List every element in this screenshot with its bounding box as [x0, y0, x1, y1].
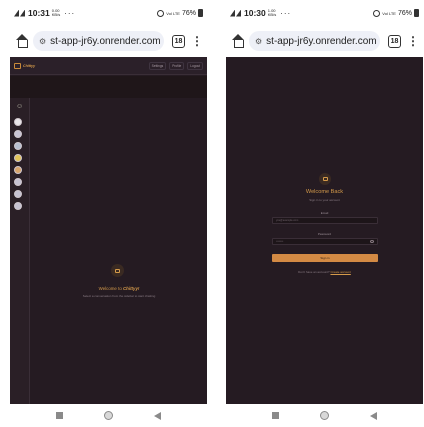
menu-icon[interactable]: ⋮	[407, 34, 419, 48]
email-field[interactable]: you@example.com	[272, 217, 378, 224]
square-nav-icon[interactable]	[271, 412, 279, 419]
status-bar: 10:30 1.00 KB/s ··· Vol LTE 76%	[226, 0, 423, 26]
net-speed: 1.00 KB/s	[267, 8, 277, 17]
password-field[interactable]: ••••••••	[272, 238, 378, 245]
home-icon[interactable]	[231, 34, 245, 48]
status-bar: 10:31 0.00 KB/s ··· Vol LTE 76%	[10, 0, 207, 26]
eye-icon[interactable]	[370, 240, 374, 243]
back-nav-icon[interactable]	[154, 411, 162, 420]
address-bar[interactable]: ⚙ st-app-jr6y.onrender.com	[33, 31, 164, 51]
conversation-sidebar: ☺	[10, 98, 30, 404]
welcome-title: Welcome to Chittyy!	[98, 286, 140, 291]
profile-button[interactable]: Profile	[169, 61, 185, 70]
avatar[interactable]	[14, 142, 22, 150]
app-brand[interactable]: Chittyy	[23, 64, 35, 68]
url-text: st-app-jr6y.onrender.com	[266, 35, 377, 47]
address-bar[interactable]: ⚙ st-app-jr6y.onrender.com	[249, 31, 380, 51]
tab-switcher-button[interactable]: 18	[172, 34, 185, 48]
email-placeholder: you@example.com	[276, 219, 299, 222]
battery-percent: 76%	[397, 9, 412, 17]
battery-icon	[198, 9, 203, 17]
menu-icon[interactable]: ⋮	[191, 34, 203, 48]
chat-icon	[111, 264, 124, 277]
browser-toolbar: ⚙ st-app-jr6y.onrender.com 18 ⋮	[10, 28, 207, 54]
browser-toolbar: ⚙ st-app-jr6y.onrender.com 18 ⋮	[226, 28, 423, 54]
status-time: 10:31	[28, 8, 50, 18]
circle-nav-icon[interactable]	[103, 411, 113, 420]
chat-main: Welcome to Chittyy! Select a conversatio…	[31, 98, 207, 404]
status-time: 10:30	[244, 8, 266, 18]
tab-switcher-button[interactable]: 18	[388, 34, 401, 48]
login-subtitle: Sign in to your account	[309, 198, 340, 202]
signal-icon	[230, 9, 241, 17]
chat-icon	[14, 62, 21, 69]
battery-icon	[414, 9, 419, 17]
android-nav-bar	[226, 404, 423, 427]
tune-icon[interactable]: ⚙	[39, 37, 46, 46]
avatar[interactable]	[14, 118, 22, 126]
android-nav-bar	[10, 404, 207, 427]
back-nav-icon[interactable]	[370, 411, 378, 420]
chat-icon	[319, 173, 331, 185]
logout-button[interactable]: Logout	[187, 61, 203, 70]
phone-screen-login: 10:30 1.00 KB/s ··· Vol LTE 76% ⚙ st-app-…	[226, 0, 423, 427]
app-header: Chittyy Settings Profile Logout	[10, 57, 207, 75]
circle-nav-icon[interactable]	[319, 411, 329, 420]
alarm-icon	[373, 9, 381, 17]
app-banner	[10, 76, 207, 98]
alarm-icon	[157, 9, 165, 17]
tune-icon[interactable]: ⚙	[255, 37, 262, 46]
avatar[interactable]	[14, 178, 22, 186]
data-indicator: Vol LTE	[166, 10, 180, 16]
avatar[interactable]	[14, 130, 22, 138]
avatar[interactable]	[14, 190, 22, 198]
password-value: ••••••••	[276, 240, 284, 243]
battery-percent: 76%	[181, 9, 196, 17]
web-content: Welcome Back Sign in to your account Ema…	[226, 57, 423, 404]
square-nav-icon[interactable]	[55, 412, 63, 419]
avatar[interactable]	[14, 202, 22, 210]
web-content: Chittyy Settings Profile Logout ☺ Welcom…	[10, 57, 207, 404]
password-label: Password	[317, 232, 332, 236]
net-speed: 0.00 KB/s	[51, 8, 61, 17]
welcome-subtitle: Select a conversation from the sidebar t…	[82, 294, 156, 298]
add-user-icon[interactable]: ☺	[16, 103, 23, 110]
notification-dots: ···	[280, 8, 292, 18]
url-text: st-app-jr6y.onrender.com	[50, 35, 161, 47]
create-account-link[interactable]: Create account	[330, 270, 350, 274]
login-title: Welcome Back	[305, 189, 344, 195]
data-indicator: Vol LTE	[382, 10, 396, 16]
signup-prompt: Don't have an account? Create account	[298, 270, 351, 274]
email-label: Email	[320, 211, 329, 215]
signin-button[interactable]: Sign in	[272, 254, 378, 262]
avatar[interactable]	[14, 166, 22, 174]
signal-icon	[14, 9, 25, 17]
avatar[interactable]	[14, 154, 22, 162]
home-icon[interactable]	[15, 34, 29, 48]
notification-dots: ···	[64, 8, 76, 18]
settings-button[interactable]: Settings	[148, 61, 167, 70]
phone-screen-chat: 10:31 0.00 KB/s ··· Vol LTE 76% ⚙ st-app-…	[10, 0, 207, 427]
